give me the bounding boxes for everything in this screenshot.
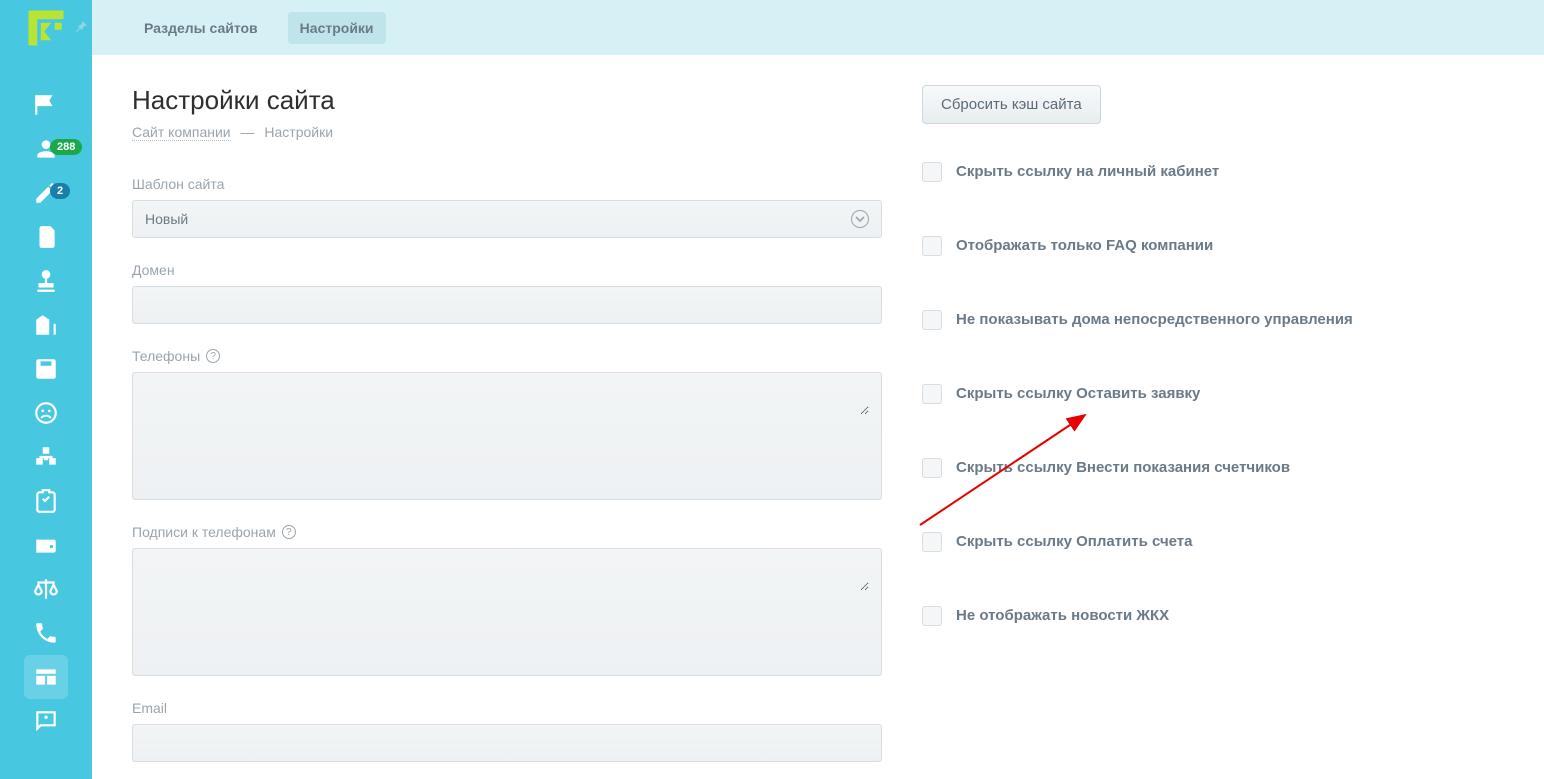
sidebar-item-users[interactable]: 288 (0, 127, 92, 171)
checkbox-hide-pay[interactable] (922, 532, 942, 552)
tab-settings[interactable]: Настройки (288, 12, 386, 44)
help-icon[interactable]: ? (206, 349, 220, 363)
textarea-phones-wrap (132, 372, 882, 500)
input-email[interactable] (145, 725, 869, 741)
badge-edit: 2 (50, 183, 70, 199)
label-email: Email (132, 700, 882, 716)
checkbox-hide-direct-houses[interactable] (922, 310, 942, 330)
label-phone-captions: Подписи к телефонам (132, 524, 276, 540)
select-template-value: Новый (145, 211, 188, 227)
label-only-faq: Отображать только FAQ компании (956, 236, 1213, 256)
crumb-site-link[interactable]: Сайт компании (132, 124, 231, 141)
label-phones: Телефоны (132, 348, 200, 364)
chevron-down-icon (851, 210, 869, 228)
label-hide-lk: Скрыть ссылку на личный кабинет (956, 162, 1219, 182)
label-hide-pay: Скрыть ссылку Оплатить счета (956, 532, 1192, 552)
label-hide-leave-request: Скрыть ссылку Оставить заявку (956, 384, 1200, 404)
sidebar-item-building[interactable] (0, 303, 92, 347)
input-domain[interactable] (145, 287, 869, 303)
topbar: Разделы сайтов Настройки (92, 0, 1544, 55)
textarea-phone-captions[interactable] (145, 559, 869, 591)
sidebar-item-chat[interactable] (0, 699, 92, 743)
input-email-wrap (132, 724, 882, 762)
badge-users: 288 (50, 139, 82, 155)
checkbox-hide-lk[interactable] (922, 162, 942, 182)
sidebar-item-face[interactable] (0, 391, 92, 435)
sidebar-item-clipboard[interactable] (0, 479, 92, 523)
sidebar-item-stamp[interactable] (0, 259, 92, 303)
label-hide-meters: Скрыть ссылку Внести показания счетчиков (956, 458, 1290, 478)
input-domain-wrap (132, 286, 882, 324)
select-template[interactable]: Новый (132, 200, 882, 238)
checkbox-hide-news[interactable] (922, 606, 942, 626)
reset-cache-button[interactable]: Сбросить кэш сайта (922, 85, 1101, 124)
sidebar-item-edit[interactable]: 2 (0, 171, 92, 215)
breadcrumb: Сайт компании — Настройки (132, 124, 882, 140)
checkbox-hide-leave-request[interactable] (922, 384, 942, 404)
crumb-current: Настройки (264, 124, 333, 140)
pin-icon[interactable] (72, 18, 90, 36)
sidebar-item-org[interactable] (0, 435, 92, 479)
label-domain: Домен (132, 262, 882, 278)
help-icon[interactable]: ? (282, 525, 296, 539)
sidebar-item-flag[interactable] (0, 83, 92, 127)
label-hide-direct-houses: Не показывать дома непосредственного упр… (956, 310, 1353, 330)
checkbox-hide-meters[interactable] (922, 458, 942, 478)
textarea-phones[interactable] (145, 383, 869, 415)
textarea-phone-captions-wrap (132, 548, 882, 676)
left-sidebar: 288 2 (0, 0, 92, 779)
checkbox-only-faq[interactable] (922, 236, 942, 256)
sidebar-item-phone[interactable] (0, 611, 92, 655)
sidebar-item-docs[interactable] (0, 215, 92, 259)
sidebar-item-wallet[interactable] (0, 523, 92, 567)
page-title: Настройки сайта (132, 85, 882, 116)
label-template: Шаблон сайта (132, 176, 882, 192)
sidebar-item-calc[interactable] (0, 347, 92, 391)
label-hide-news: Не отображать новости ЖКХ (956, 606, 1169, 626)
sidebar-item-scales[interactable] (0, 567, 92, 611)
sidebar-item-site[interactable] (24, 655, 68, 699)
tab-sections[interactable]: Разделы сайтов (132, 12, 270, 44)
